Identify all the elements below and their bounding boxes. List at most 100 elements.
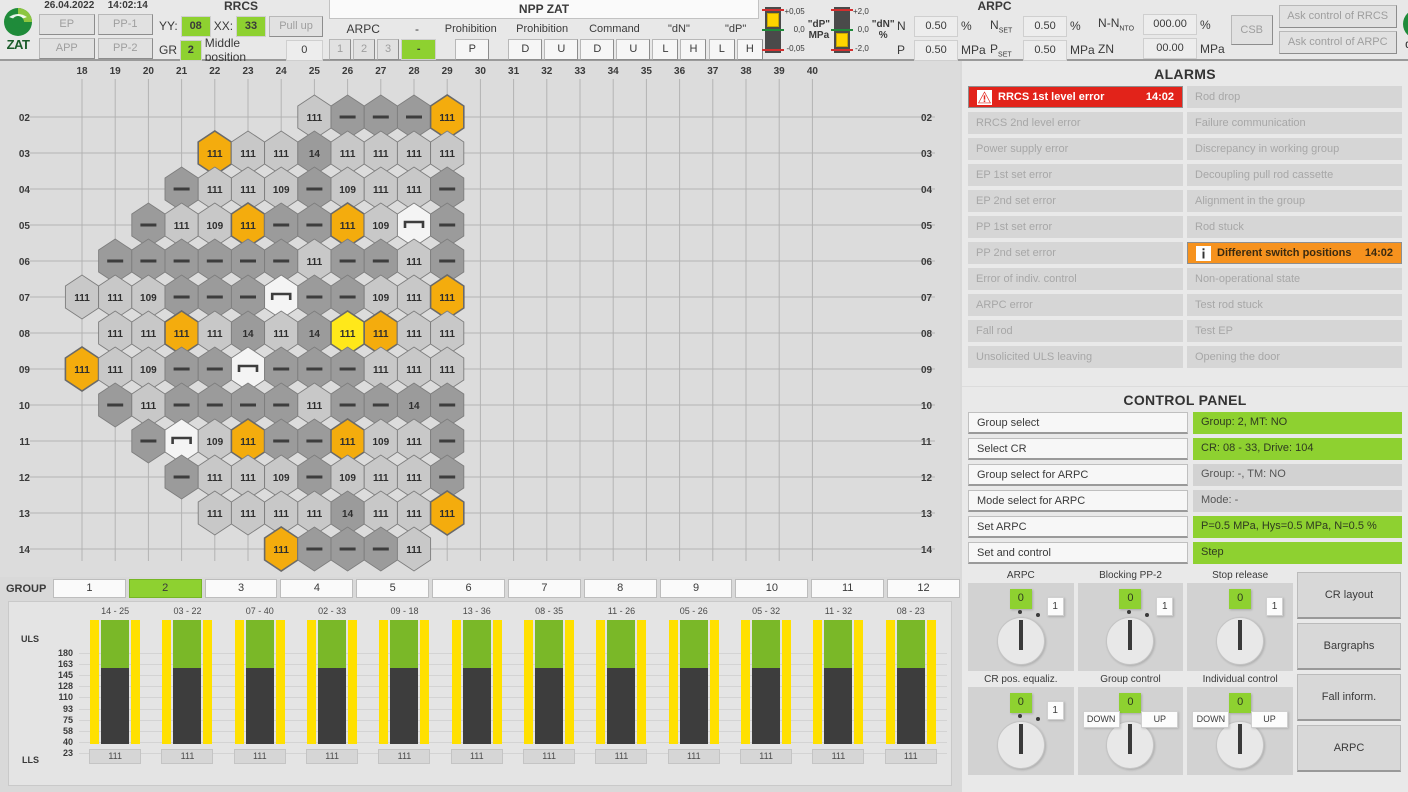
group-tab-12[interactable]: 12 <box>887 579 960 598</box>
alarm-item[interactable]: EP 2nd set error <box>968 190 1183 212</box>
knob-value[interactable]: 0 <box>1010 693 1032 713</box>
gauge-dn[interactable]: +2,0 0,0 -2,0 "dN" % <box>834 7 895 53</box>
core-map-cell[interactable] <box>165 455 198 499</box>
core-map-cell[interactable] <box>331 527 364 571</box>
alarm-item[interactable]: Error of indiv. control <box>968 268 1183 290</box>
csb-button[interactable]: CSB <box>1231 15 1273 45</box>
control-panel-button[interactable]: Select CR <box>968 438 1188 460</box>
dp-low-button[interactable]: L <box>709 39 735 60</box>
arpc-group-1[interactable]: 1 <box>329 39 351 60</box>
bargraph-column[interactable]: 03 - 22111 <box>151 602 223 785</box>
pull-up-button[interactable]: Pull up <box>269 16 323 37</box>
core-map-cell[interactable]: 111 <box>65 347 98 391</box>
alarm-item[interactable]: ARPC error <box>968 294 1183 316</box>
gr-value[interactable]: 2 <box>180 40 202 61</box>
prohibition-u-button[interactable]: U <box>544 39 578 60</box>
alarm-item[interactable]: PP 1st set error <box>968 216 1183 238</box>
mode-button-pp2[interactable]: PP-2 <box>98 38 154 59</box>
command-d-button[interactable]: D <box>580 39 614 60</box>
bargraph-column[interactable]: 07 - 40111 <box>224 602 296 785</box>
alarm-item[interactable]: Opening the door <box>1187 346 1402 368</box>
group-tab-1[interactable]: 1 <box>53 579 126 598</box>
bargraph-column[interactable]: 11 - 32111 <box>802 602 874 785</box>
alarm-item[interactable]: Rod drop <box>1187 86 1402 108</box>
side-button-fall-inform[interactable]: Fall inform. <box>1297 674 1401 721</box>
mode-button-app[interactable]: APP <box>39 38 95 59</box>
alarm-item[interactable]: Power supply error <box>968 138 1183 160</box>
dn-high-button[interactable]: H <box>680 39 706 60</box>
group-tab-5[interactable]: 5 <box>356 579 429 598</box>
knob-dial[interactable] <box>997 721 1045 769</box>
knob-dial[interactable] <box>1106 617 1154 665</box>
knob-dial[interactable] <box>997 617 1045 665</box>
core-map-svg[interactable]: 1819202122232425262728293031323334353637… <box>0 61 960 577</box>
bargraph-column[interactable]: 13 - 36111 <box>441 602 513 785</box>
arpc-group-3[interactable]: 3 <box>377 39 399 60</box>
knob-dial[interactable] <box>1106 721 1154 769</box>
bargraph-column[interactable]: 08 - 23111 <box>875 602 947 785</box>
side-button-cr-layout[interactable]: CR layout <box>1297 572 1401 619</box>
knob-dial[interactable] <box>1216 721 1264 769</box>
core-map-cell[interactable] <box>99 383 132 427</box>
core-map[interactable]: 1819202122232425262728293031323334353637… <box>0 61 960 577</box>
bargraph-column[interactable]: 05 - 26111 <box>658 602 730 785</box>
window-title-field[interactable]: NPP ZAT <box>329 0 759 19</box>
group-tab-2[interactable]: 2 <box>129 579 202 598</box>
core-map-cell[interactable]: 111 <box>198 491 231 535</box>
core-map-cell[interactable]: 111 <box>231 491 264 535</box>
alarm-item[interactable]: RRCS 2nd level error <box>968 112 1183 134</box>
mode-button-pp1[interactable]: PP-1 <box>98 14 154 35</box>
alarm-item[interactable]: Fall rod <box>968 320 1183 342</box>
knob-position-one[interactable]: 1 <box>1047 597 1064 616</box>
gauge-dn-slider[interactable] <box>836 33 848 47</box>
gauge-dp[interactable]: +0,05 0,0 -0,05 "dP" MPa <box>765 7 830 53</box>
knob-position-one[interactable]: 1 <box>1047 701 1064 720</box>
knob-position-one[interactable]: 1 <box>1156 597 1173 616</box>
command-u-button[interactable]: U <box>616 39 650 60</box>
knob-position-one[interactable]: 1 <box>1266 597 1283 616</box>
core-map-cell[interactable] <box>132 419 165 463</box>
group-tab-11[interactable]: 11 <box>811 579 884 598</box>
control-panel-button[interactable]: Set and control <box>968 542 1188 564</box>
knob-value[interactable]: 0 <box>1229 693 1251 713</box>
knob-up-button[interactable]: UP <box>1251 711 1288 728</box>
alarm-item[interactable]: PP 2nd set error <box>968 242 1183 264</box>
group-tab-4[interactable]: 4 <box>280 579 353 598</box>
group-tab-6[interactable]: 6 <box>432 579 505 598</box>
group-tab-3[interactable]: 3 <box>205 579 278 598</box>
gauge-dn-track[interactable] <box>834 7 850 53</box>
knob-up-button[interactable]: UP <box>1141 711 1178 728</box>
control-panel-button[interactable]: Set ARPC <box>968 516 1188 538</box>
knob-value[interactable]: 0 <box>1229 589 1251 609</box>
alarm-item[interactable]: Failure communication <box>1187 112 1402 134</box>
alarm-item[interactable]: Different switch positions14:02 <box>1187 242 1402 264</box>
ask-control-arpc-button[interactable]: Ask control of ARPC <box>1279 31 1397 54</box>
yy-value[interactable]: 08 <box>181 16 211 37</box>
group-tab-8[interactable]: 8 <box>584 579 657 598</box>
control-panel-button[interactable]: Group select for ARPC <box>968 464 1188 486</box>
gauge-dp-slider[interactable] <box>767 13 779 27</box>
alarm-item[interactable]: Test EP <box>1187 320 1402 342</box>
alarm-item[interactable]: Rod stuck <box>1187 216 1402 238</box>
alarm-item[interactable]: Unsolicited ULS leaving <box>968 346 1183 368</box>
arpc-group-selected[interactable]: - <box>401 39 436 60</box>
group-tab-10[interactable]: 10 <box>735 579 808 598</box>
side-button-arpc[interactable]: ARPC <box>1297 725 1401 772</box>
core-map-cell[interactable]: 111 <box>397 527 430 571</box>
core-map-cell[interactable]: 111 <box>431 491 464 535</box>
side-button-bargraphs[interactable]: Bargraphs <box>1297 623 1401 670</box>
ask-control-rrcs-button[interactable]: Ask control of RRCS <box>1279 5 1397 28</box>
bargraph-column[interactable]: 11 - 26111 <box>585 602 657 785</box>
arpc-group-2[interactable]: 2 <box>353 39 375 60</box>
knob-down-button[interactable]: DOWN <box>1083 711 1120 728</box>
alarm-item[interactable]: EP 1st set error <box>968 164 1183 186</box>
bargraph-column[interactable]: 14 - 25111 <box>79 602 151 785</box>
bargraph-column[interactable]: 08 - 35111 <box>513 602 585 785</box>
prohibition-p-button[interactable]: P <box>455 39 489 60</box>
group-tab-7[interactable]: 7 <box>508 579 581 598</box>
control-panel-button[interactable]: Group select <box>968 412 1188 434</box>
core-map-cell[interactable]: 111 <box>265 527 298 571</box>
prohibition-d-button[interactable]: D <box>508 39 542 60</box>
xx-value[interactable]: 33 <box>236 16 266 37</box>
core-map-cell[interactable] <box>364 527 397 571</box>
